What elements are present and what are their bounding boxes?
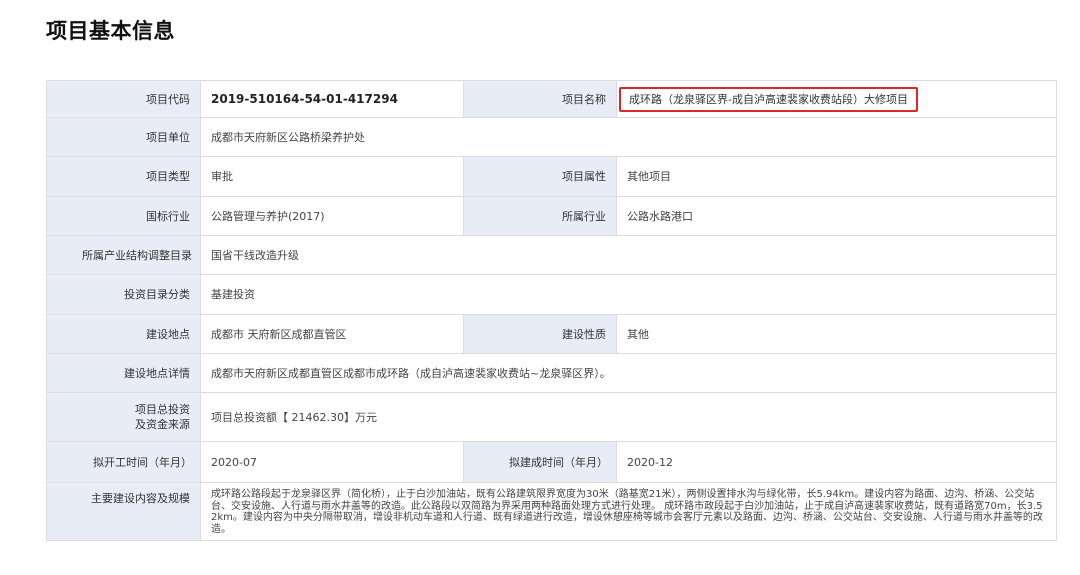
- project-info-table: 项目代码 2019-510164-54-01-417294 项目名称 成环路（龙…: [46, 80, 1057, 541]
- project-unit-value: 成都市天府新区公路桥梁养护处: [200, 117, 1057, 157]
- table-row: 建设地点 成都市 天府新区成都直管区 建设性质 其他: [46, 314, 1057, 354]
- national-industry-label: 国标行业: [46, 196, 201, 236]
- location-label: 建设地点: [46, 314, 201, 354]
- project-code-value: 2019-510164-54-01-417294: [200, 80, 464, 118]
- project-type-label: 项目类型: [46, 156, 201, 197]
- location-value: 成都市 天府新区成都直管区: [200, 314, 464, 354]
- investment-label: 项目总投资 及资金来源: [46, 392, 201, 442]
- project-attr-label: 项目属性: [463, 156, 617, 197]
- industry-catalog-value: 国省干线改造升级: [200, 235, 1057, 275]
- project-name-highlight: 成环路（龙泉驿区界-成自泸高速裴家收费站段）大修项目: [619, 86, 918, 112]
- table-row: 主要建设内容及规模 成环路公路段起于龙泉驿区界（简化桥），止于白沙加油站，既有公…: [46, 482, 1057, 541]
- industry-label: 所属行业: [463, 196, 617, 236]
- project-name-label: 项目名称: [463, 80, 617, 118]
- table-row: 建设地点详情 成都市天府新区成都直管区成都市成环路（成自泸高速裴家收费站~龙泉驿…: [46, 353, 1057, 393]
- project-unit-label: 项目单位: [46, 117, 201, 157]
- table-row: 项目单位 成都市天府新区公路桥梁养护处: [46, 117, 1057, 157]
- end-time-label: 拟建成时间（年月）: [463, 441, 617, 483]
- industry-catalog-label: 所属产业结构调整目录: [46, 235, 201, 275]
- page-title: 项目基本信息: [46, 19, 175, 43]
- start-time-label: 拟开工时间（年月）: [46, 441, 201, 483]
- content-value: 成环路公路段起于龙泉驿区界（简化桥），止于白沙加油站，既有公路建筑限界宽度为30…: [200, 482, 1057, 541]
- nature-label: 建设性质: [463, 314, 617, 354]
- industry-value: 公路水路港口: [616, 196, 1057, 236]
- nature-value: 其他: [616, 314, 1057, 354]
- page: 项目基本信息 项目代码 2019-510164-54-01-417294 项目名…: [0, 0, 1080, 575]
- project-code-label: 项目代码: [46, 80, 201, 118]
- investment-label-line1: 项目总投资: [135, 403, 190, 416]
- table-row: 项目代码 2019-510164-54-01-417294 项目名称 成环路（龙…: [46, 80, 1057, 118]
- location-detail-value: 成都市天府新区成都直管区成都市成环路（成自泸高速裴家收费站~龙泉驿区界）。: [200, 353, 1057, 393]
- content-label: 主要建设内容及规模: [46, 482, 201, 541]
- end-time-value: 2020-12: [616, 441, 1057, 483]
- project-name-value: 成环路（龙泉驿区界-成自泸高速裴家收费站段）大修项目: [616, 80, 1057, 118]
- table-row: 项目总投资 及资金来源 项目总投资额【 21462.30】万元: [46, 392, 1057, 442]
- investment-catalog-value: 基建投资: [200, 274, 1057, 315]
- investment-label-line2: 及资金来源: [135, 418, 190, 431]
- investment-value: 项目总投资额【 21462.30】万元: [200, 392, 1057, 442]
- table-row: 投资目录分类 基建投资: [46, 274, 1057, 315]
- location-detail-label: 建设地点详情: [46, 353, 201, 393]
- table-row: 项目类型 审批 项目属性 其他项目: [46, 156, 1057, 197]
- project-type-value: 审批: [200, 156, 464, 197]
- investment-catalog-label: 投资目录分类: [46, 274, 201, 315]
- table-row: 所属产业结构调整目录 国省干线改造升级: [46, 235, 1057, 275]
- national-industry-value: 公路管理与养护(2017): [200, 196, 464, 236]
- table-row: 国标行业 公路管理与养护(2017) 所属行业 公路水路港口: [46, 196, 1057, 236]
- project-code-text: 2019-510164-54-01-417294: [211, 91, 398, 106]
- project-attr-value: 其他项目: [616, 156, 1057, 197]
- start-time-value: 2020-07: [200, 441, 464, 483]
- content-text: 成环路公路段起于龙泉驿区界（简化桥），止于白沙加油站，既有公路建筑限界宽度为30…: [211, 489, 1043, 535]
- table-row: 拟开工时间（年月） 2020-07 拟建成时间（年月） 2020-12: [46, 441, 1057, 483]
